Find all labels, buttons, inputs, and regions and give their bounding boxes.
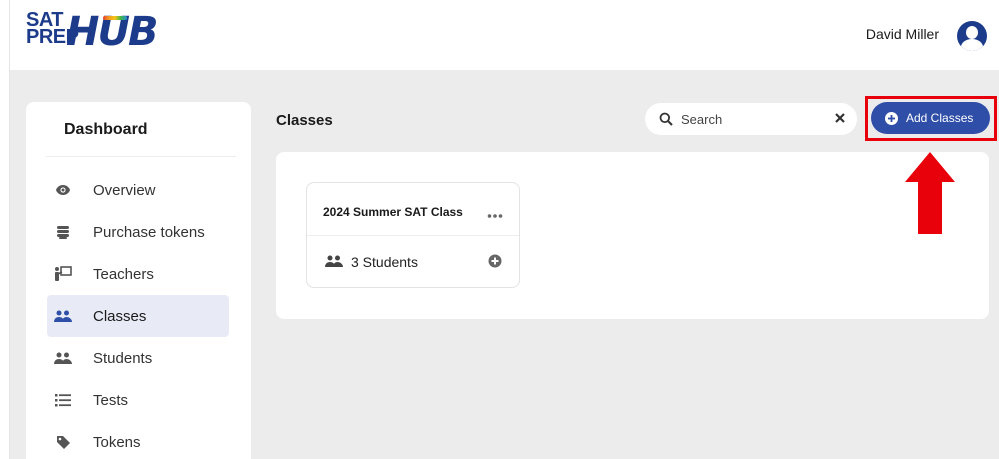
page-title: Classes	[276, 112, 333, 129]
search-input[interactable]	[681, 111, 821, 127]
student-count: 3 Students	[351, 254, 418, 270]
avatar-head	[966, 26, 978, 39]
sidebar-item-label: Students	[93, 349, 153, 367]
sidebar-item-label: Tests	[93, 391, 129, 409]
clear-search-icon[interactable]	[833, 111, 847, 125]
sat-prep-hub-logo[interactable]: SAT PREP HUB	[26, 10, 176, 60]
class-card[interactable]: 2024 Summer SAT Class 3 Students	[306, 182, 520, 288]
sidebar-item-label: Tokens	[93, 433, 141, 451]
sidebar: Dashboard Overview Purchase tokens Teach…	[26, 102, 251, 459]
search-box[interactable]	[645, 103, 857, 135]
plus-circle-icon	[885, 111, 898, 125]
annotation-arrow-up-icon	[905, 152, 955, 234]
sidebar-item-students[interactable]: Students	[47, 337, 229, 379]
users-icon	[53, 306, 73, 326]
add-classes-label: Add Classes	[906, 111, 974, 125]
top-header: SAT PREP HUB David Miller	[10, 0, 999, 70]
add-classes-button[interactable]: Add Classes	[871, 102, 990, 134]
sidebar-item-classes[interactable]: Classes	[47, 295, 229, 337]
sidebar-item-label: Teachers	[93, 265, 154, 283]
users-icon	[325, 254, 343, 268]
sidebar-divider	[46, 156, 236, 157]
user-avatar-icon[interactable]	[957, 21, 987, 51]
tag-icon	[53, 432, 73, 452]
user-name[interactable]: David Miller	[866, 26, 939, 42]
sidebar-item-tests[interactable]: Tests	[47, 379, 229, 421]
search-icon	[659, 112, 673, 126]
sidebar-item-overview[interactable]: Overview	[47, 169, 229, 211]
users-icon	[53, 348, 73, 368]
add-student-icon[interactable]	[488, 254, 502, 268]
more-options-icon[interactable]	[487, 207, 503, 218]
class-card-title: 2024 Summer SAT Class	[323, 205, 463, 219]
sidebar-title: Dashboard	[64, 121, 148, 138]
sidebar-item-tokens[interactable]: Tokens	[47, 421, 229, 459]
sidebar-item-label: Classes	[93, 307, 147, 325]
window-left-edge	[0, 0, 10, 459]
coins-icon	[53, 222, 73, 242]
list-icon	[53, 390, 73, 410]
sidebar-item-purchase-tokens[interactable]: Purchase tokens	[47, 211, 229, 253]
logo-color-bar	[103, 16, 127, 20]
sidebar-item-label: Overview	[93, 181, 156, 199]
sidebar-item-teachers[interactable]: Teachers	[47, 253, 229, 295]
eye-icon	[53, 180, 73, 200]
sidebar-item-label: Purchase tokens	[93, 223, 205, 241]
teacher-board-icon	[53, 264, 73, 284]
avatar-body	[961, 39, 983, 51]
card-divider	[307, 235, 519, 236]
